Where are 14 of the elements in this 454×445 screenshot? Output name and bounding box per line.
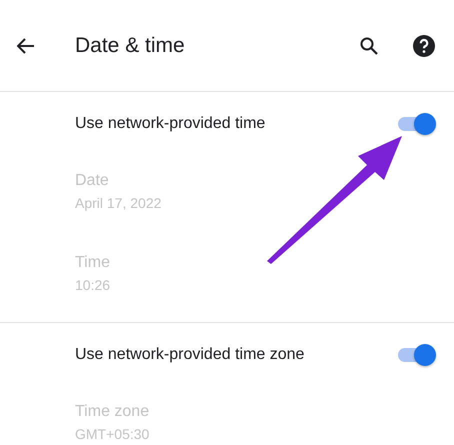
search-icon[interactable] xyxy=(360,36,378,54)
setting-title: Time zone xyxy=(75,402,150,420)
setting-value: 10:26 xyxy=(75,276,112,292)
setting-title: Time xyxy=(75,254,111,272)
toggle-switch[interactable] xyxy=(396,112,436,136)
setting-value: April 17, 2022 xyxy=(75,194,162,210)
setting-title: Date xyxy=(75,172,110,190)
setting-value: GMT+05:30 xyxy=(75,426,150,442)
setting-title: Use network-provided time zone xyxy=(75,346,306,364)
help-icon[interactable] xyxy=(412,34,436,58)
page-title: Date & time xyxy=(75,34,186,58)
toggle-switch[interactable] xyxy=(396,343,436,367)
back-arrow-icon[interactable] xyxy=(17,38,35,54)
setting-title: Use network-provided time xyxy=(75,115,266,133)
